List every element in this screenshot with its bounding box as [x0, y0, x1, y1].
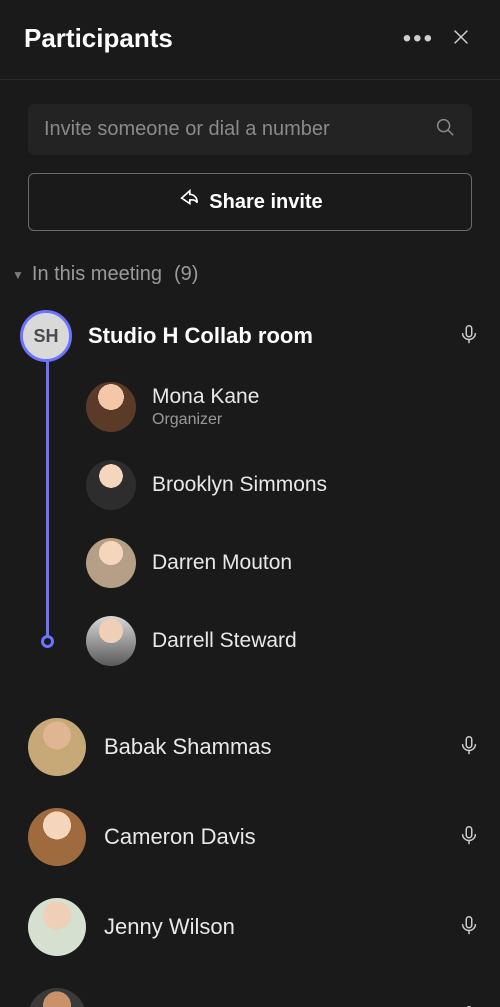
room-avatar: SH	[20, 310, 72, 362]
microphone-icon[interactable]	[458, 824, 480, 851]
member-text: Darren Mouton	[152, 551, 480, 575]
member-name: Brooklyn Simmons	[152, 473, 480, 497]
avatar	[28, 898, 86, 956]
header: Participants •••	[0, 0, 500, 80]
member-role: Organizer	[152, 411, 480, 429]
close-icon	[450, 26, 472, 51]
section-header[interactable]: ▼ In this meeting (9)	[0, 249, 500, 292]
participant-name: Babak Shammas	[104, 734, 440, 760]
section-label: In this meeting	[32, 263, 162, 286]
caret-down-icon: ▼	[12, 268, 24, 282]
more-options-button[interactable]: •••	[395, 31, 442, 47]
search-icon	[434, 116, 456, 143]
room-members: Mona Kane Organizer Brooklyn Simmons Dar…	[46, 368, 480, 680]
avatar	[28, 718, 86, 776]
share-icon	[177, 188, 199, 216]
participant-row[interactable]: Babak Shammas	[28, 702, 480, 792]
avatar	[86, 538, 136, 588]
avatar	[86, 460, 136, 510]
member-name: Darrell Steward	[152, 629, 480, 653]
member-text: Mona Kane Organizer	[152, 385, 480, 429]
share-invite-button[interactable]: Share invite	[28, 173, 472, 231]
participant-row[interactable]: Jenny Wilson	[28, 882, 480, 972]
participant-row[interactable]: Victor Richards	[28, 972, 480, 1007]
panel-title: Participants	[24, 23, 395, 54]
room-row[interactable]: SH Studio H Collab room	[20, 304, 480, 368]
avatar	[86, 382, 136, 432]
member-text: Darrell Steward	[152, 629, 480, 653]
avatar	[86, 616, 136, 666]
section-count: (9)	[174, 263, 198, 286]
avatar	[28, 808, 86, 866]
invite-search-input[interactable]	[44, 118, 434, 141]
room-member-row[interactable]: Mona Kane Organizer	[86, 368, 480, 446]
avatar	[28, 988, 86, 1007]
microphone-icon[interactable]	[458, 1004, 480, 1007]
member-name: Mona Kane	[152, 385, 480, 409]
member-name: Darren Mouton	[152, 551, 480, 575]
direct-participant-list: Babak Shammas Cameron Davis Jenny Wilson	[0, 702, 500, 1007]
participant-row[interactable]: Cameron Davis	[28, 792, 480, 882]
participant-name: Cameron Davis	[104, 824, 440, 850]
invite-area: Share invite	[0, 80, 500, 249]
room-member-row[interactable]: Darrell Steward	[86, 602, 480, 680]
room-member-row[interactable]: Darren Mouton	[86, 524, 480, 602]
room-block: SH Studio H Collab room Mona Kane Organi…	[0, 292, 500, 702]
close-button[interactable]	[442, 18, 480, 59]
participant-name: Jenny Wilson	[104, 914, 440, 940]
microphone-icon[interactable]	[458, 914, 480, 941]
room-connector-dot	[41, 635, 54, 648]
share-invite-label: Share invite	[209, 191, 322, 214]
room-connector-line	[46, 354, 49, 644]
room-initials: SH	[33, 326, 58, 347]
microphone-icon[interactable]	[458, 734, 480, 761]
room-member-row[interactable]: Brooklyn Simmons	[86, 446, 480, 524]
member-text: Brooklyn Simmons	[152, 473, 480, 497]
microphone-icon[interactable]	[458, 323, 480, 350]
invite-search-field[interactable]	[28, 104, 472, 155]
room-name: Studio H Collab room	[88, 323, 442, 349]
